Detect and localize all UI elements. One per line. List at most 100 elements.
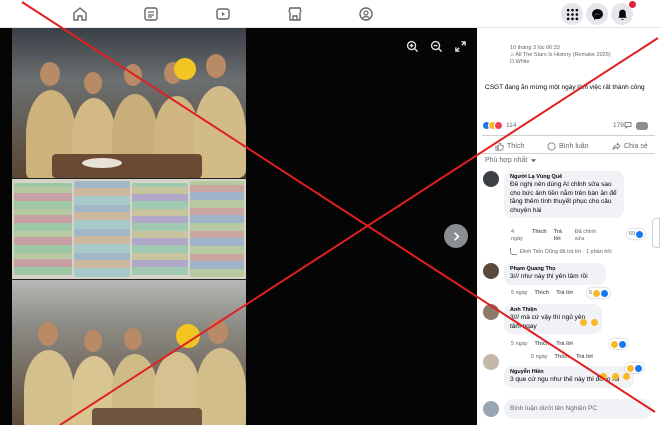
- angry-reaction-icon: [494, 121, 503, 130]
- sort-label: Phù hợp nhất: [485, 157, 528, 164]
- comment-meta: 5 ngày Thích Trả lời: [531, 354, 593, 361]
- avatar[interactable]: [483, 171, 499, 187]
- commenter-name[interactable]: Người Lạ Vùng Quê: [510, 174, 618, 181]
- post-caption: CSGT đang ăn mừng một ngày làm việc rất …: [485, 84, 645, 91]
- avatar[interactable]: [483, 304, 499, 320]
- comment-button[interactable]: Bình luận: [547, 140, 589, 152]
- next-photo-button[interactable]: [444, 224, 468, 248]
- comment-reactions[interactable]: [625, 363, 644, 373]
- post-timestamp[interactable]: 10 tháng 3 lúc 06:33: [510, 45, 660, 52]
- reply-summary: Đinh Tiến Dũng đã trả lời · 1 phản hồi: [520, 248, 612, 255]
- laugh-emoji-icon: [611, 372, 619, 380]
- comment-icon: [547, 142, 556, 150]
- laugh-emoji-icon: [579, 319, 587, 326]
- comment-label: Bình luận: [559, 142, 589, 150]
- comment-bubble-icon: [624, 121, 632, 129]
- comment-bubble: Phạm Quang Thọ 3/// như này thì yên tâm …: [504, 263, 606, 285]
- comment-reply-link[interactable]: Trả lời: [576, 354, 593, 361]
- comment-time[interactable]: 5 ngày: [511, 290, 528, 297]
- comment-composer: Bình luận dưới tên Nghiện PC: [483, 398, 655, 424]
- avatar[interactable]: [483, 354, 499, 370]
- comment-bubble: Người Lạ Vùng Quê Đề nghị nên dùng AI ch…: [504, 171, 624, 218]
- comment-reactions[interactable]: 69: [627, 229, 646, 239]
- marketplace-icon[interactable]: [287, 6, 303, 22]
- like-reaction-icon: [601, 289, 609, 297]
- comment-reply-link[interactable]: Trả lời: [556, 341, 573, 348]
- comment: Phạm Quang Thọ 3/// như này thì yên tâm …: [483, 263, 658, 301]
- post-header: 10 tháng 3 lúc 06:33 ♫ All The Stars Is …: [510, 45, 660, 66]
- avatar[interactable]: [483, 263, 499, 279]
- laugh-emoji-icon: [600, 372, 608, 380]
- menu-grid-icon[interactable]: [561, 3, 583, 25]
- comment-reactions[interactable]: 6: [587, 288, 611, 298]
- post-details-panel: 10 tháng 3 lúc 06:33 ♫ All The Stars Is …: [477, 28, 660, 425]
- comment-bubble: Nguyễn Hiền 3 que cứ ngu như thế này thì…: [504, 366, 634, 388]
- reaction-emojis: [579, 313, 598, 331]
- comment-like-link[interactable]: Thích: [535, 341, 550, 348]
- avatar: [483, 401, 499, 417]
- news-icon[interactable]: [143, 6, 159, 22]
- comment-input[interactable]: Bình luận dưới tên Nghiện PC: [504, 399, 652, 419]
- edited-label: Đã chỉnh sửa: [574, 229, 597, 242]
- chevron-right-icon: [453, 231, 460, 241]
- like-reaction-icon: [636, 230, 644, 238]
- like-reaction-icon: [619, 340, 626, 348]
- comment-time[interactable]: 5 ngày: [531, 354, 548, 361]
- divider: [482, 135, 655, 136]
- post-photo-collage[interactable]: [12, 28, 246, 425]
- comment-sort-dropdown[interactable]: Phù hợp nhất: [485, 157, 537, 164]
- comment-time[interactable]: 4 ngày: [511, 229, 525, 243]
- like-label: Thích: [507, 142, 525, 150]
- top-navigation-bar: [0, 0, 660, 28]
- zoom-out-icon[interactable]: [428, 38, 444, 54]
- shares-thumbnail: [636, 122, 648, 130]
- comment-meta: 5 ngày Thích Trả lời: [511, 290, 573, 297]
- share-button[interactable]: Chia sẻ: [612, 140, 648, 152]
- comment-like-link[interactable]: Thích: [555, 354, 570, 361]
- comment: Anh Thiện 3/// mà cứ vậy thì ngủ yên tâm…: [483, 304, 658, 350]
- comment-time[interactable]: 5 ngày: [511, 341, 528, 348]
- fullscreen-icon[interactable]: [452, 38, 468, 54]
- commenter-name[interactable]: Phạm Quang Thọ: [510, 266, 600, 273]
- reaction-summary[interactable]: 114 179: [482, 121, 657, 133]
- comment-reaction-count: 69: [629, 231, 636, 237]
- laugh-emoji-icon: [591, 319, 598, 326]
- comment: Người Lạ Vùng Quê Đề nghị nên dùng AI ch…: [483, 171, 658, 263]
- view-replies-link[interactable]: Đinh Tiến Dũng đã trả lời · 1 phản hồi: [510, 248, 612, 255]
- comment-meta: 4 ngày Thích Trả lời Đã chỉnh sửa: [511, 229, 603, 243]
- groups-icon[interactable]: [358, 6, 374, 22]
- comment-like-link[interactable]: Thích: [532, 229, 547, 243]
- comment-text: 3/// như này thì yên tâm rồi: [510, 273, 588, 280]
- cash-stacks-photo: [12, 179, 246, 279]
- comment-reply-link[interactable]: Trả lời: [554, 229, 568, 243]
- notification-badge: [628, 0, 637, 9]
- officers-photo-top: [12, 28, 246, 178]
- comment-bubble: Anh Thiện 3/// mà cứ vậy thì ngủ yên tâm…: [504, 304, 602, 334]
- side-scroll-tab[interactable]: [652, 218, 660, 248]
- zoom-in-icon[interactable]: [404, 38, 420, 54]
- comment-reaction-count: 6: [589, 290, 593, 296]
- video-icon[interactable]: [215, 6, 231, 22]
- comment-like-link[interactable]: Thích: [535, 290, 550, 297]
- haha-reaction-icon: [611, 340, 618, 348]
- screenshot: 10 tháng 3 lúc 06:33 ♫ All The Stars Is …: [0, 0, 660, 425]
- comment-reactions[interactable]: [609, 339, 628, 349]
- haha-reaction-icon: [627, 364, 634, 372]
- comment-count[interactable]: 179: [613, 122, 624, 129]
- divider: [482, 153, 655, 154]
- comment-meta: 5 ngày Thích Trả lời: [511, 341, 573, 348]
- officers-photo-bottom: [12, 280, 246, 425]
- home-icon[interactable]: [72, 6, 88, 22]
- messenger-icon[interactable]: [586, 3, 608, 25]
- share-icon: [612, 141, 621, 150]
- comment: Nguyễn Hiền 3 que cứ ngu như thế này thì…: [483, 354, 658, 394]
- laugh-emoji-icon: [623, 372, 630, 380]
- share-label: Chia sẻ: [624, 142, 648, 150]
- like-button[interactable]: Thích: [495, 140, 525, 152]
- thumbs-up-icon: [495, 142, 504, 150]
- notifications-icon[interactable]: [611, 0, 637, 25]
- comment-reply-link[interactable]: Trả lời: [556, 290, 573, 297]
- post-song[interactable]: ♫ All The Stars Is History (Remake 2025): [510, 52, 660, 59]
- like-reaction-icon: [635, 364, 642, 372]
- caret-down-icon: [531, 159, 537, 163]
